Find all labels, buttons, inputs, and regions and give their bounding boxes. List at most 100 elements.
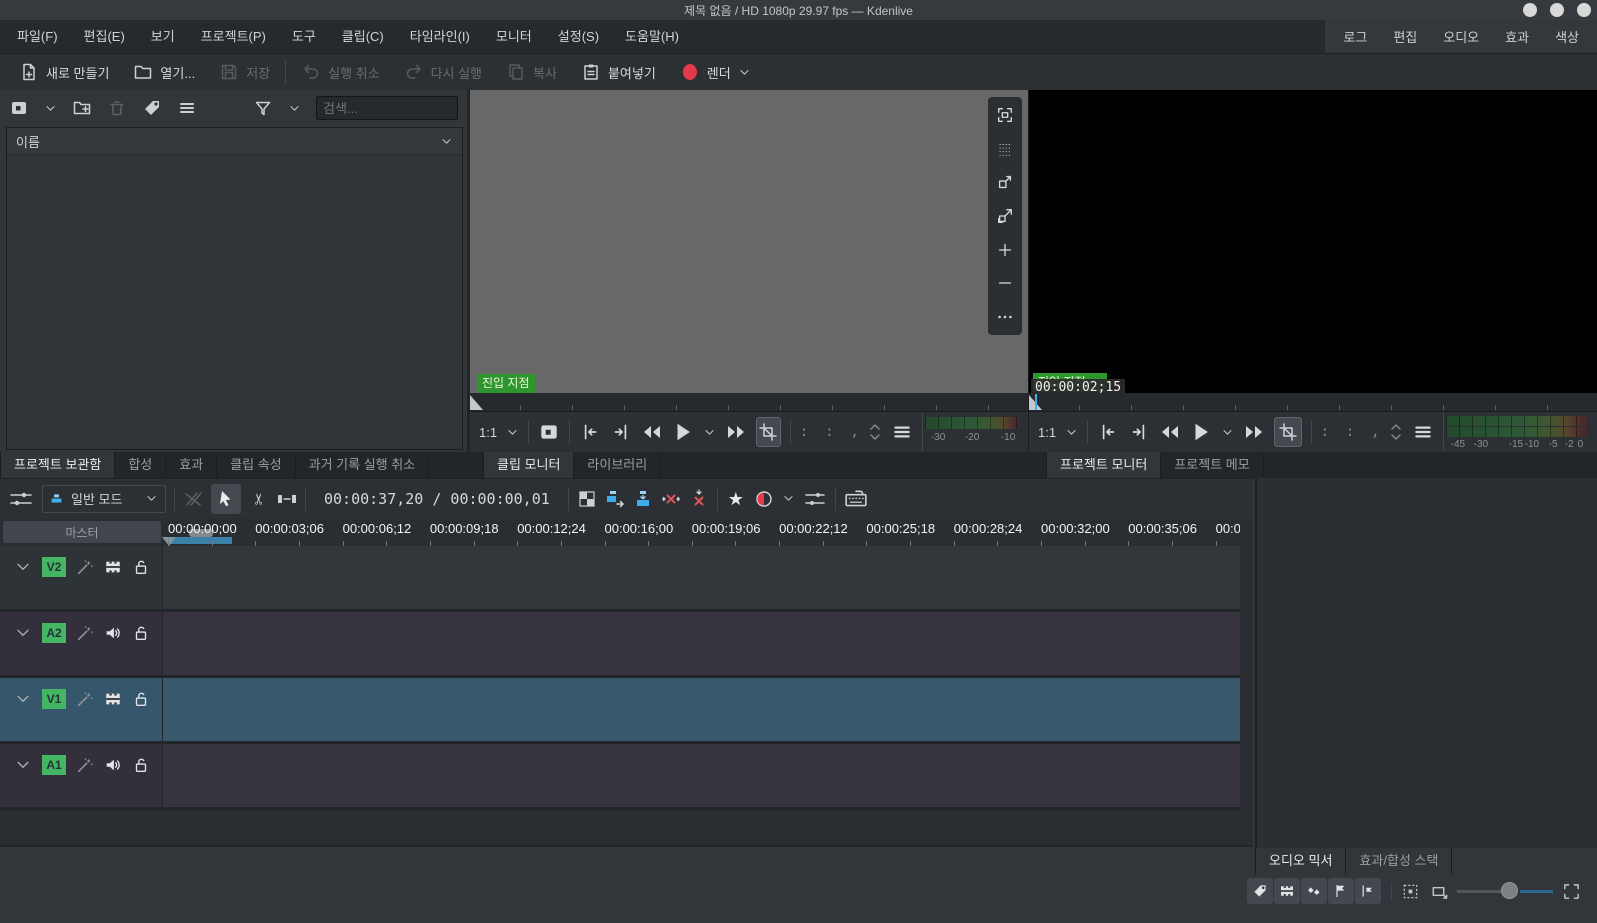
- track-effects-wand-icon[interactable]: [76, 624, 94, 642]
- track-collapse-chevron-icon[interactable]: [14, 624, 32, 642]
- track-target-badge[interactable]: A2: [42, 623, 66, 643]
- workspace-button[interactable]: 색상: [1555, 27, 1579, 46]
- track-effects-wand-icon[interactable]: [76, 558, 94, 576]
- tab-효과[interactable]: 효과: [166, 452, 217, 478]
- filter-icon[interactable]: [253, 98, 273, 118]
- monitor-menu-icon[interactable]: [1412, 421, 1434, 443]
- tab-효과/합성 스택[interactable]: 효과/합성 스택: [1346, 848, 1452, 874]
- favorite-effects-icon[interactable]: ★: [726, 489, 746, 509]
- play-icon[interactable]: [1190, 421, 1212, 443]
- filmstrip-button[interactable]: [1274, 878, 1300, 904]
- grid-icon[interactable]: [996, 140, 1014, 158]
- timeline-zoom-slider[interactable]: [1457, 878, 1553, 904]
- mixer-toggle-icon[interactable]: [803, 489, 827, 509]
- render-button[interactable]: 렌더: [671, 57, 760, 87]
- track-target-badge[interactable]: V2: [42, 557, 66, 577]
- menu-item[interactable]: 모니터: [483, 20, 545, 53]
- forward-icon[interactable]: [1243, 421, 1265, 443]
- workspace-button[interactable]: 효과: [1505, 27, 1529, 46]
- tab-프로젝트 메모[interactable]: 프로젝트 메모: [1161, 452, 1263, 478]
- clip-monitor-video-area[interactable]: [470, 90, 1028, 393]
- menu-item[interactable]: 도움말(H): [612, 20, 692, 53]
- track-lane-V1[interactable]: [163, 678, 1240, 741]
- record-icon[interactable]: [754, 489, 774, 509]
- lift-zone-icon[interactable]: [689, 489, 709, 509]
- keyboard-icon[interactable]: [844, 489, 868, 509]
- track-header-V2[interactable]: V2: [0, 546, 163, 609]
- track-target-badge[interactable]: A1: [42, 755, 66, 775]
- zoom-fit-icon[interactable]: [996, 207, 1014, 225]
- timecode-spinner-icon[interactable]: [868, 421, 882, 443]
- timeline-timecode[interactable]: 00:00:37,20 / 00:00:00,01: [324, 490, 550, 508]
- bin-header-chevron-down-icon[interactable]: [440, 135, 453, 148]
- rewind-icon[interactable]: [641, 421, 663, 443]
- track-lane-A1[interactable]: [163, 744, 1240, 807]
- lock-track-icon[interactable]: [132, 558, 150, 576]
- track-collapse-chevron-icon[interactable]: [14, 558, 32, 576]
- mix-clips-icon[interactable]: [577, 489, 597, 509]
- rewind-icon[interactable]: [1159, 421, 1181, 443]
- track-lane-A2[interactable]: [163, 612, 1240, 675]
- workspace-button[interactable]: 오디오: [1443, 27, 1479, 46]
- master-track-button[interactable]: 마스터: [3, 521, 161, 543]
- zoom-original-icon[interactable]: [996, 173, 1014, 191]
- play-icon[interactable]: [672, 421, 694, 443]
- tab-프로젝트 모니터[interactable]: 프로젝트 모니터: [1046, 452, 1161, 478]
- in-point-marker-icon[interactable]: [470, 395, 483, 410]
- spacer-tool-icon[interactable]: [277, 489, 297, 509]
- track-settings-icon[interactable]: [8, 489, 34, 509]
- new-folder-icon[interactable]: [72, 98, 92, 118]
- window-minimize-button[interactable]: [1523, 3, 1537, 17]
- paste-button[interactable]: 붙여넣기: [572, 57, 665, 87]
- record-chevron-down-icon[interactable]: [782, 492, 795, 505]
- mute-track-icon[interactable]: [104, 756, 122, 774]
- tab-과거 기록 실행 취소[interactable]: 과거 기록 실행 취소: [296, 452, 430, 478]
- open-button[interactable]: 열기...: [124, 57, 204, 87]
- keyframes-button[interactable]: [1301, 878, 1327, 904]
- tag-icon[interactable]: [142, 98, 162, 118]
- clip-monitor-zone-bar[interactable]: [470, 393, 1028, 411]
- select-zone-icon[interactable]: [1401, 882, 1420, 901]
- track-lane-V2[interactable]: [163, 546, 1240, 609]
- track-header-V1[interactable]: V1: [0, 678, 163, 741]
- window-maximize-button[interactable]: [1550, 3, 1564, 17]
- menu-item[interactable]: 타임라인(I): [397, 20, 483, 53]
- zone-out-icon[interactable]: [1128, 421, 1150, 443]
- extract-zone-icon[interactable]: [661, 489, 681, 509]
- track-header-A1[interactable]: A1: [0, 744, 163, 807]
- tab-프로젝트 보관함[interactable]: 프로젝트 보관함: [0, 452, 115, 478]
- edit-mode-combo[interactable]: 일반 모드: [42, 485, 166, 513]
- play-chevron-down-icon[interactable]: [1221, 426, 1234, 439]
- workspace-button[interactable]: 로그: [1343, 27, 1367, 46]
- menu-item[interactable]: 파일(F): [4, 20, 71, 53]
- zone-out-icon[interactable]: [610, 421, 632, 443]
- razor-tool-icon[interactable]: ✂: [249, 489, 269, 509]
- tag-button[interactable]: [1247, 878, 1273, 904]
- clip-in-timeline-icon[interactable]: [538, 421, 560, 443]
- zone-mode-button[interactable]: [756, 417, 781, 447]
- timecode-spinner-icon[interactable]: [1389, 421, 1403, 443]
- tab-클립 모니터[interactable]: 클립 모니터: [483, 452, 574, 478]
- monitor-timecode[interactable]: : : ,: [800, 424, 859, 440]
- minus-icon[interactable]: [996, 274, 1014, 292]
- track-collapse-chevron-icon[interactable]: [14, 690, 32, 708]
- play-chevron-down-icon[interactable]: [703, 426, 716, 439]
- select-tool-button[interactable]: [211, 484, 241, 514]
- bin-column-header[interactable]: 이름: [7, 128, 462, 155]
- new-project-button[interactable]: 새로 만들기: [10, 57, 118, 87]
- zone-mode-button[interactable]: [1274, 417, 1302, 447]
- chevron-down-icon[interactable]: [44, 102, 57, 115]
- timeline-zone[interactable]: [168, 537, 232, 544]
- fit-best-icon[interactable]: [996, 106, 1014, 124]
- track-target-badge[interactable]: V1: [42, 689, 66, 709]
- tab-클립 속성[interactable]: 클립 속성: [217, 452, 295, 478]
- menu-item[interactable]: 보기: [138, 20, 188, 53]
- mute-track-icon[interactable]: [104, 624, 122, 642]
- lock-track-icon[interactable]: [132, 624, 150, 642]
- project-monitor-video-area[interactable]: [1029, 90, 1597, 393]
- marker-button[interactable]: [1355, 878, 1381, 904]
- zone-in-icon[interactable]: [1097, 421, 1119, 443]
- zoom-slider-handle[interactable]: [1501, 882, 1518, 899]
- fit-zoom-icon[interactable]: [1429, 882, 1448, 901]
- menu-item[interactable]: 편집(E): [71, 20, 138, 53]
